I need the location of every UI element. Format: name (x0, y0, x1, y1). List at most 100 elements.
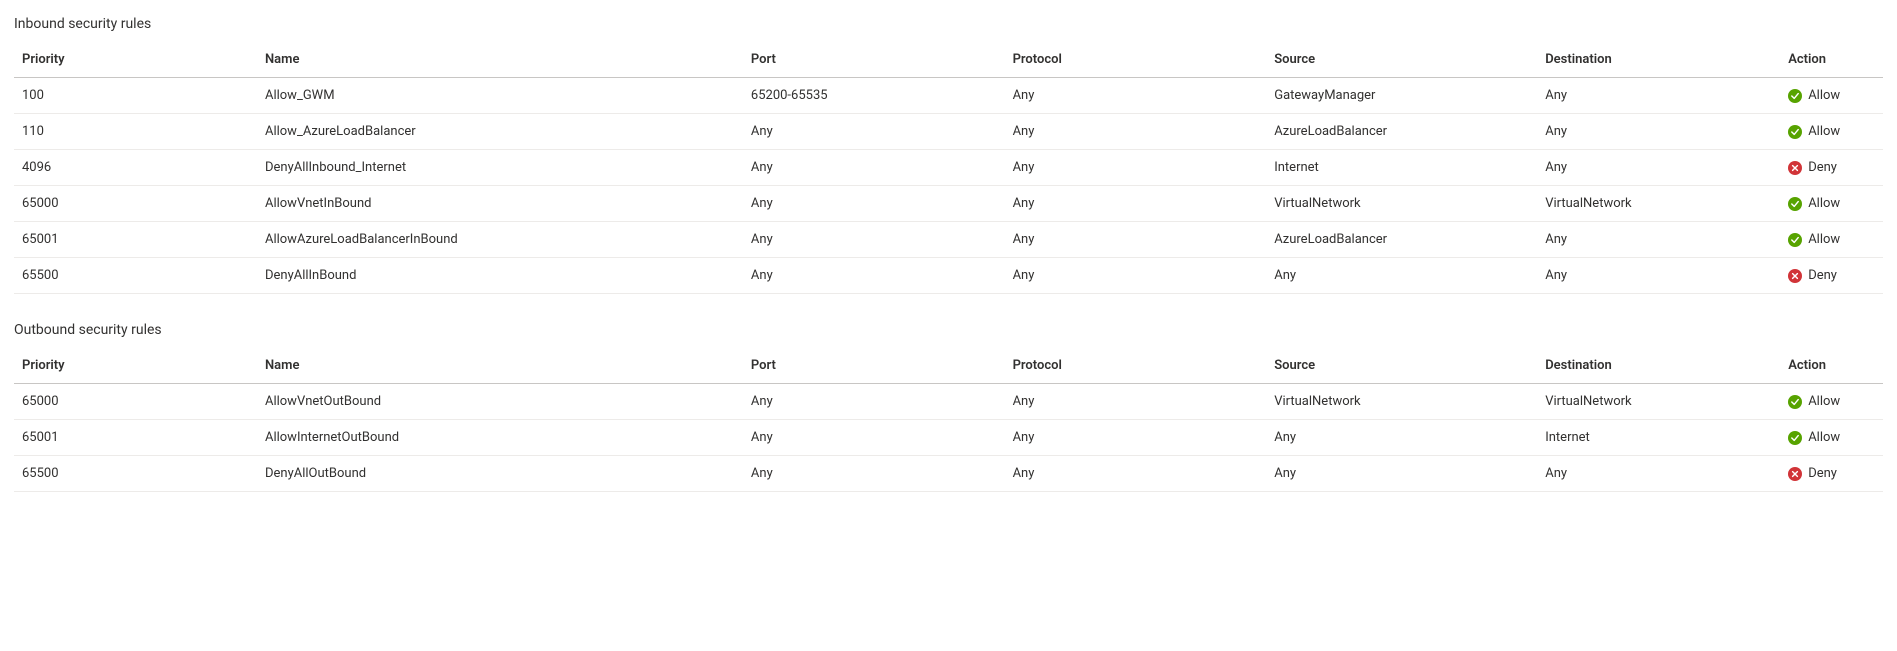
allow-icon (1788, 125, 1802, 139)
action-label: Allow (1808, 232, 1840, 247)
cell-destination: VirtualNetwork (1537, 186, 1780, 222)
cell-action: Allow (1780, 186, 1883, 222)
table-row[interactable]: 65000AllowVnetInBoundAnyAnyVirtualNetwor… (14, 186, 1883, 222)
col-header-priority[interactable]: Priority (14, 348, 257, 384)
cell-name: AllowAzureLoadBalancerInBound (257, 222, 743, 258)
inbound-title: Inbound security rules (14, 16, 1883, 32)
cell-source: Any (1266, 258, 1537, 294)
table-row[interactable]: 100Allow_GWM65200-65535AnyGatewayManager… (14, 78, 1883, 114)
action-label: Deny (1808, 268, 1837, 283)
table-row[interactable]: 65001AllowAzureLoadBalancerInBound Any Any… (14, 222, 1883, 258)
allow-icon (1788, 197, 1802, 211)
cell-port: Any (743, 258, 1005, 294)
outbound-section: Outbound security rules Priority Name Po… (14, 322, 1883, 492)
cell-name: Allow_GWM (257, 78, 743, 114)
cell-source: Any (1266, 456, 1537, 492)
cell-port: Any (743, 150, 1005, 186)
allow-icon (1788, 395, 1802, 409)
table-row[interactable]: 65500DenyAllOutBoundAnyAnyAnyAnyDeny (14, 456, 1883, 492)
cell-destination: Any (1537, 258, 1780, 294)
col-header-protocol[interactable]: Protocol (1005, 348, 1267, 384)
col-header-source[interactable]: Source (1266, 42, 1537, 78)
cell-name: AllowVnetOutBound (257, 384, 743, 420)
table-row[interactable]: 65500DenyAllInBoundAnyAnyAnyAnyDeny (14, 258, 1883, 294)
cell-priority: 4096 (14, 150, 257, 186)
table-row[interactable]: 65001AllowInternetOutBoundAnyAnyAnyInter… (14, 420, 1883, 456)
deny-icon (1788, 161, 1802, 175)
cell-source: Internet (1266, 150, 1537, 186)
allow-icon (1788, 431, 1802, 445)
cell-name: AllowInternetOutBound (257, 420, 743, 456)
cell-source: Any (1266, 420, 1537, 456)
col-header-destination[interactable]: Destination (1537, 42, 1780, 78)
inbound-table: Priority Name Port Protocol Source Desti… (14, 42, 1883, 294)
cell-action: Allow (1780, 114, 1883, 150)
cell-source: GatewayManager (1266, 78, 1537, 114)
cell-priority: 65001 (14, 222, 257, 258)
cell-source: VirtualNetwork (1266, 384, 1537, 420)
cell-action: Allow (1780, 222, 1883, 258)
cell-priority: 65500 (14, 456, 257, 492)
cell-priority: 65000 (14, 384, 257, 420)
cell-destination: Any (1537, 456, 1780, 492)
cell-action: Allow (1780, 78, 1883, 114)
col-header-port[interactable]: Port (743, 42, 1005, 78)
cell-destination: Any (1537, 114, 1780, 150)
col-header-protocol[interactable]: Protocol (1005, 42, 1267, 78)
outbound-title: Outbound security rules (14, 322, 1883, 338)
outbound-header-row: Priority Name Port Protocol Source Desti… (14, 348, 1883, 384)
cell-source: VirtualNetwork (1266, 186, 1537, 222)
cell-port: Any (743, 114, 1005, 150)
table-row[interactable]: 4096DenyAllInbound_InternetAnyAnyInterne… (14, 150, 1883, 186)
cell-port: Any (743, 384, 1005, 420)
cell-protocol: Any (1005, 456, 1267, 492)
cell-action: Deny (1780, 150, 1883, 186)
col-header-action[interactable]: Action (1780, 348, 1883, 384)
cell-protocol: Any (1005, 78, 1267, 114)
cell-protocol: Any (1005, 384, 1267, 420)
cell-source: AzureLoadBalancer (1266, 222, 1537, 258)
col-header-name[interactable]: Name (257, 348, 743, 384)
cell-protocol: Any (1005, 258, 1267, 294)
action-label: Allow (1808, 430, 1840, 445)
cell-destination: VirtualNetwork (1537, 384, 1780, 420)
cell-destination: Any (1537, 222, 1780, 258)
cell-action: Allow (1780, 420, 1883, 456)
cell-port: Any (743, 186, 1005, 222)
cell-name: Allow_AzureLoadBalancer (257, 114, 743, 150)
table-row[interactable]: 65000AllowVnetOutBoundAnyAnyVirtualNetwo… (14, 384, 1883, 420)
col-header-source[interactable]: Source (1266, 348, 1537, 384)
cell-priority: 100 (14, 78, 257, 114)
table-row[interactable]: 110Allow_AzureLoadBalancerAnyAnyAzureLoa… (14, 114, 1883, 150)
cell-destination: Internet (1537, 420, 1780, 456)
col-header-destination[interactable]: Destination (1537, 348, 1780, 384)
col-header-priority[interactable]: Priority (14, 42, 257, 78)
cell-action: Deny (1780, 456, 1883, 492)
cell-port: 65200-65535 (743, 78, 1005, 114)
col-header-action[interactable]: Action (1780, 42, 1883, 78)
cell-action: Allow (1780, 384, 1883, 420)
cell-priority: 110 (14, 114, 257, 150)
cell-protocol: Any (1005, 150, 1267, 186)
allow-icon (1788, 89, 1802, 103)
cell-action: Deny (1780, 258, 1883, 294)
allow-icon (1788, 233, 1802, 247)
cell-protocol: Any (1005, 186, 1267, 222)
cell-port: Any (743, 456, 1005, 492)
cell-name: DenyAllInbound_Internet (257, 150, 743, 186)
cell-name: DenyAllOutBound (257, 456, 743, 492)
action-label: Allow (1808, 394, 1840, 409)
cell-port: Any (743, 420, 1005, 456)
outbound-table: Priority Name Port Protocol Source Desti… (14, 348, 1883, 492)
col-header-name[interactable]: Name (257, 42, 743, 78)
col-header-port[interactable]: Port (743, 348, 1005, 384)
cell-name: DenyAllInBound (257, 258, 743, 294)
inbound-section: Inbound security rules Priority Name Por… (14, 16, 1883, 294)
deny-icon (1788, 467, 1802, 481)
cell-priority: 65500 (14, 258, 257, 294)
cell-protocol: Any (1005, 222, 1267, 258)
action-label: Allow (1808, 124, 1840, 139)
cell-source: AzureLoadBalancer (1266, 114, 1537, 150)
cell-priority: 65000 (14, 186, 257, 222)
cell-priority: 65001 (14, 420, 257, 456)
